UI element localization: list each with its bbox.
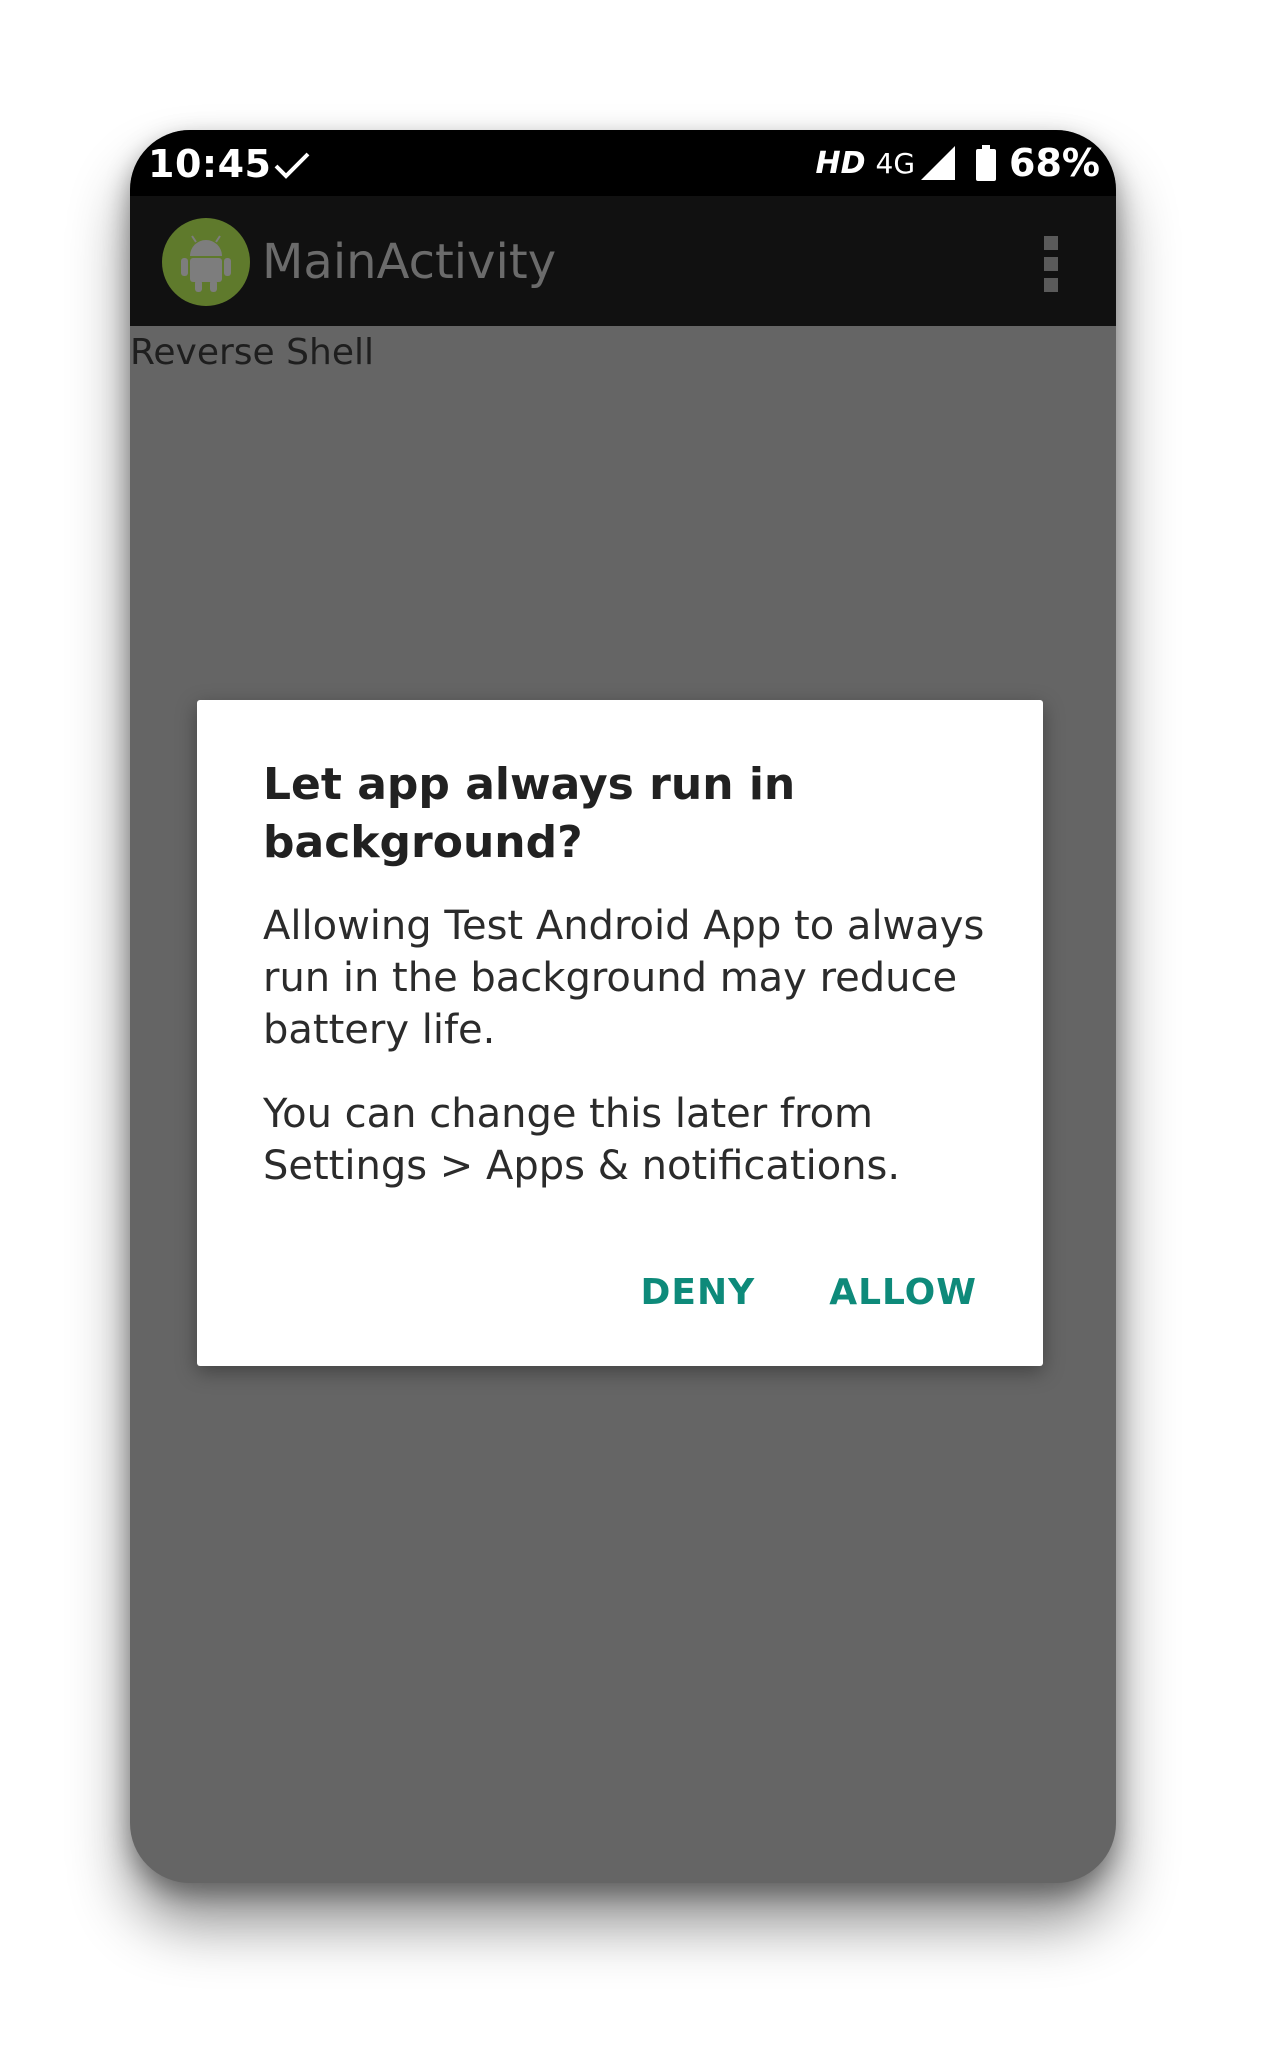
app-bar: MainActivity xyxy=(130,196,1116,326)
android-app-icon xyxy=(162,218,250,306)
check-icon xyxy=(274,152,310,179)
status-indicators: HD 4G 68% xyxy=(815,141,1101,185)
signal-icon xyxy=(921,146,956,180)
permission-dialog: Let app always run in background? Allowi… xyxy=(197,700,1043,1366)
phone-screen: 10:45 HD 4G 68% MainActivity Reverse She… xyxy=(130,130,1116,1883)
status-bar: 10:45 HD 4G 68% xyxy=(130,130,1116,196)
battery-icon xyxy=(976,145,997,181)
status-time: 10:45 xyxy=(148,142,272,186)
overflow-menu-icon[interactable] xyxy=(1044,236,1060,292)
deny-button[interactable]: DENY xyxy=(641,1272,756,1313)
hd-indicator: HD xyxy=(815,145,866,181)
dialog-body: Allowing Test Android App to always run … xyxy=(263,900,1003,1224)
network-type: 4G xyxy=(875,146,916,180)
dialog-title: Let app always run in background? xyxy=(263,759,796,868)
reverse-shell-label: Reverse Shell xyxy=(130,332,374,373)
dialog-message: Allowing Test Android App to always run … xyxy=(263,903,985,1053)
app-title: MainActivity xyxy=(262,234,557,290)
dialog-settings-hint: You can change this later from Settings … xyxy=(263,1091,901,1189)
dialog-actions: DENY ALLOW xyxy=(641,1272,977,1313)
allow-button[interactable]: ALLOW xyxy=(829,1272,977,1313)
android-robot-icon xyxy=(181,235,231,292)
battery-percent: 68% xyxy=(1009,141,1100,185)
